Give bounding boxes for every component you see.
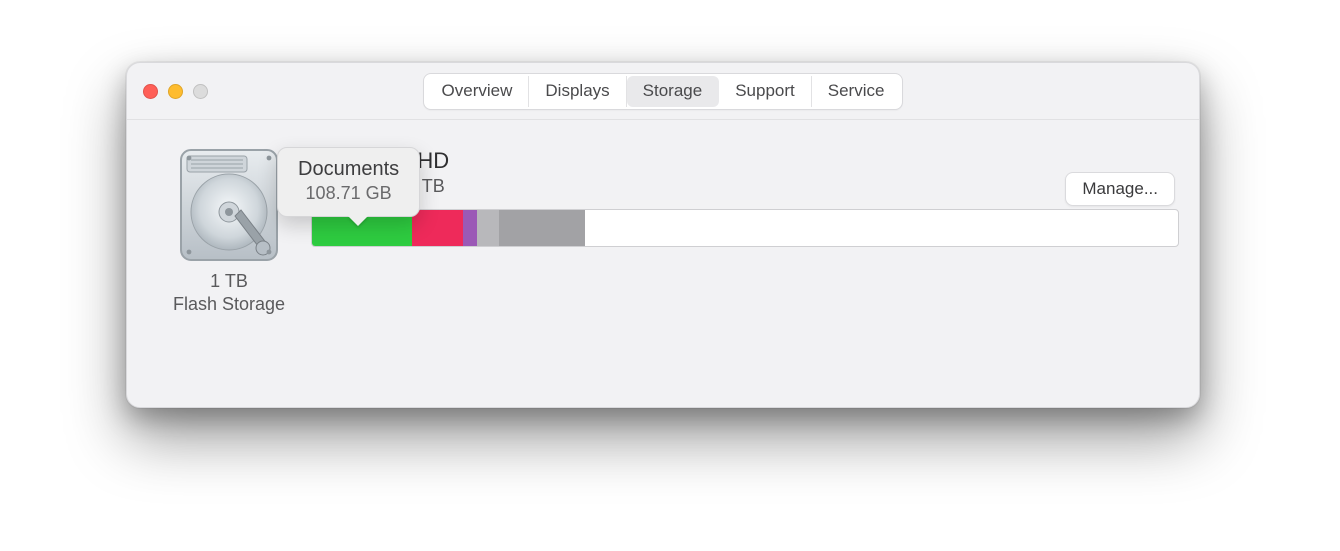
- storage-segment-other1[interactable]: [463, 210, 477, 246]
- available-label: available of 1 TB: [311, 176, 1179, 197]
- tab-service[interactable]: Service: [812, 76, 901, 107]
- tab-support[interactable]: Support: [719, 76, 812, 107]
- close-window-button[interactable]: [143, 84, 158, 99]
- storage-segment-apps[interactable]: [412, 210, 462, 246]
- tooltip-title: Documents: [298, 158, 399, 181]
- tab-storage[interactable]: Storage: [627, 76, 720, 107]
- internal-drive-icon: [175, 146, 283, 264]
- tab-displays[interactable]: Displays: [529, 76, 626, 107]
- zoom-window-button: [193, 84, 208, 99]
- about-this-mac-window: OverviewDisplaysStorageSupportService: [126, 62, 1200, 408]
- manage-button[interactable]: Manage...: [1065, 172, 1175, 206]
- drive-type-label: Flash Storage: [147, 293, 311, 316]
- traffic-lights: [143, 84, 223, 99]
- tab-bar: OverviewDisplaysStorageSupportService: [423, 73, 904, 110]
- storage-usage-bar[interactable]: [311, 209, 1179, 247]
- disk-name: Macintosh HD: [311, 148, 1179, 174]
- minimize-window-button[interactable]: [168, 84, 183, 99]
- storage-segment-system[interactable]: [477, 210, 500, 246]
- storage-segment-tooltip: Documents 108.71 GB: [277, 147, 420, 217]
- storage-segment-other2[interactable]: [499, 210, 585, 246]
- titlebar: OverviewDisplaysStorageSupportService: [127, 63, 1199, 120]
- tooltip-value: 108.71 GB: [298, 183, 399, 204]
- info-column: Macintosh HD available of 1 TB Manage...: [311, 146, 1179, 317]
- tab-overview[interactable]: Overview: [426, 76, 530, 107]
- drive-capacity-label: 1 TB: [147, 270, 311, 293]
